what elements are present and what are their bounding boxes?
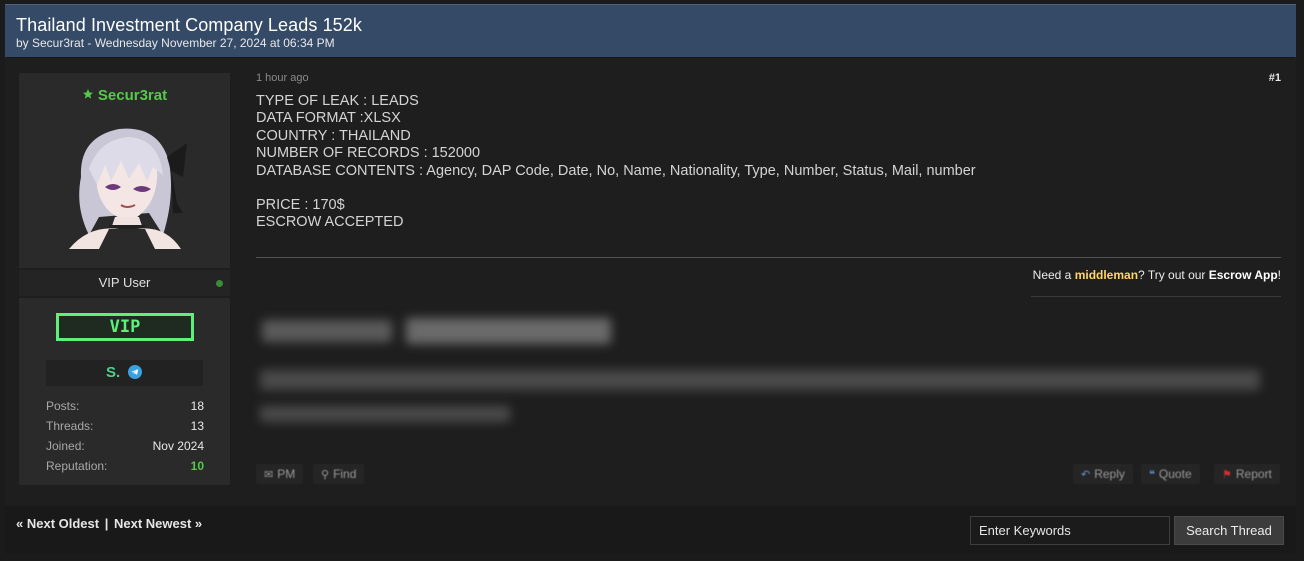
thread-navigation: « Next Oldest | Next Newest »: [16, 516, 202, 531]
post-line: NUMBER OF RECORDS : 152000: [256, 145, 481, 162]
reply-button[interactable]: ↶ Reply: [1073, 464, 1133, 484]
blur-block: [406, 318, 611, 344]
report-label: Report: [1235, 467, 1272, 481]
avatar[interactable]: [59, 117, 191, 249]
post-action-bar: ✉ PM ⚲ Find ↶ Reply ❝ Quote ⚑ Report: [256, 464, 1281, 486]
stat-label: Threads:: [46, 419, 94, 433]
find-button[interactable]: ⚲ Find: [313, 464, 365, 484]
thread-title: Thailand Investment Company Leads 152k: [16, 15, 363, 35]
signature-prefix: Need a: [1032, 268, 1075, 282]
mail-icon: ✉: [264, 469, 274, 481]
star-icon: [82, 87, 94, 104]
search-thread-input[interactable]: [970, 516, 1170, 545]
reply-icon: ↶: [1081, 469, 1091, 481]
search-icon: ⚲: [321, 469, 330, 481]
telegram-icon[interactable]: [128, 365, 144, 381]
signature-underline: [1031, 296, 1281, 297]
online-status-icon: [216, 280, 223, 287]
author-stats-card: VIP S. Posts: 18 Threads: 13 Joined: Nov…: [19, 298, 230, 485]
stat-value[interactable]: 10: [191, 459, 204, 473]
next-oldest-link[interactable]: « Next Oldest: [16, 516, 99, 531]
quote-button[interactable]: ❝ Quote: [1141, 464, 1200, 484]
post-body: TYPE OF LEAK : LEADS DATA FORMAT :XLSX C…: [256, 93, 1256, 232]
stat-label: Posts:: [46, 399, 80, 413]
stat-posts: Posts: 18: [46, 399, 204, 417]
user-title: VIP User: [98, 275, 151, 290]
stat-threads: Threads: 13: [46, 419, 204, 437]
reply-label: Reply: [1094, 467, 1125, 481]
flag-icon: ⚑: [1222, 469, 1232, 481]
post-timestamp: 1 hour ago: [256, 72, 309, 84]
find-label: Find: [333, 467, 357, 481]
nav-separator: |: [104, 516, 109, 531]
post-line-blank: [256, 180, 1256, 197]
author-panel: Secur3rat VIP User VIP S. Posts: 18 Thre…: [19, 73, 230, 485]
post-line: PRICE : 170$: [256, 197, 345, 214]
post-line: ESCROW ACCEPTED: [256, 214, 404, 231]
contact-icons-bar: S.: [46, 360, 203, 386]
post-number-link[interactable]: #1: [1269, 72, 1281, 84]
blur-block: [260, 406, 510, 422]
author-username[interactable]: Secur3rat: [19, 87, 230, 104]
pm-button[interactable]: ✉ PM: [256, 464, 304, 484]
signature-line: Need a middleman? Try out our Escrow App…: [1033, 268, 1281, 282]
stat-value: 13: [190, 419, 204, 433]
stat-reputation: Reputation: 10: [46, 459, 204, 477]
vip-badge: VIP: [56, 313, 194, 341]
user-title-row: VIP User: [19, 270, 230, 296]
thread-byline: by Secur3rat - Wednesday November 27, 20…: [16, 36, 335, 50]
stat-value: Nov 2024: [152, 439, 204, 453]
middleman-link[interactable]: middleman: [1075, 268, 1138, 282]
quote-label: Quote: [1158, 467, 1192, 481]
stat-joined: Joined: Nov 2024: [46, 439, 204, 457]
signature-divider: [256, 257, 1281, 258]
author-profile-card: Secur3rat: [19, 73, 230, 268]
report-button[interactable]: ⚑ Report: [1214, 464, 1280, 484]
post-line: COUNTRY : THAILAND: [256, 127, 411, 144]
search-thread-button[interactable]: Search Thread: [1174, 516, 1284, 545]
signature-mid: ? Try out our: [1138, 268, 1209, 282]
escrow-app-link[interactable]: Escrow App: [1209, 268, 1278, 282]
stat-label: Reputation:: [46, 459, 108, 473]
blur-block: [262, 320, 392, 342]
author-username-text: Secur3rat: [97, 87, 168, 104]
quote-icon: ❝: [1149, 469, 1155, 481]
blurred-signature: [256, 300, 1266, 422]
pm-label: PM: [277, 467, 296, 481]
stat-label: Joined:: [46, 439, 85, 453]
thread-footer: « Next Oldest | Next Newest » Search Thr…: [5, 506, 1296, 554]
session-icon[interactable]: S.: [106, 364, 120, 381]
next-newest-link[interactable]: Next Newest »: [114, 516, 202, 531]
signature-suffix: !: [1277, 268, 1281, 282]
thread-header: Thailand Investment Company Leads 152k b…: [5, 4, 1296, 57]
post-line: DATA FORMAT :XLSX: [256, 110, 401, 127]
post-content: 1 hour ago #1 TYPE OF LEAK : LEADS DATA …: [256, 70, 1281, 490]
stat-value: 18: [190, 399, 204, 413]
post-line: TYPE OF LEAK : LEADS: [256, 93, 419, 109]
post-line: DATABASE CONTENTS : Agency, DAP Code, Da…: [256, 162, 976, 179]
blur-block: [260, 370, 1260, 390]
